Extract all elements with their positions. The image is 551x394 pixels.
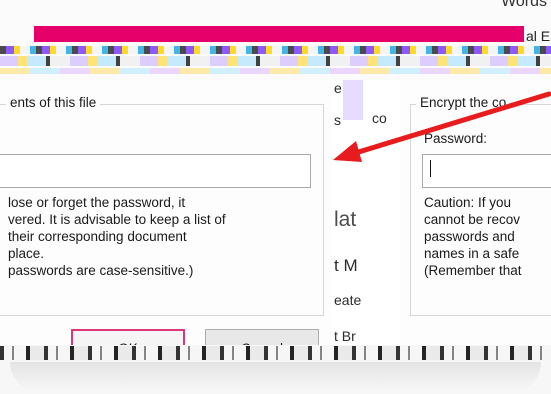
red-arrow-icon bbox=[333, 91, 551, 162]
bottom-glitch-stripe bbox=[0, 346, 551, 360]
bottom-haze bbox=[10, 362, 541, 392]
